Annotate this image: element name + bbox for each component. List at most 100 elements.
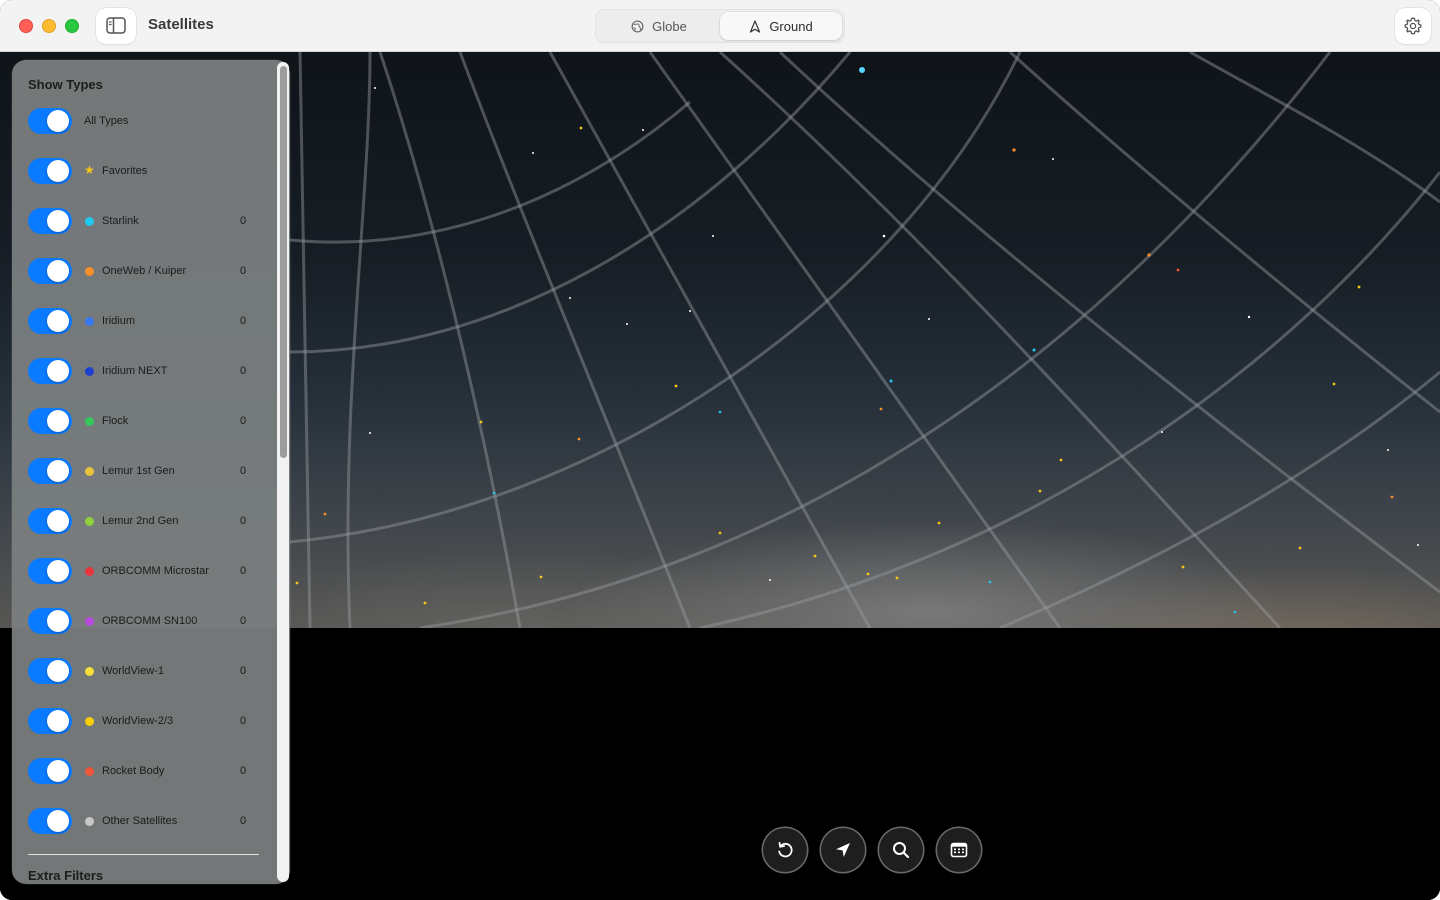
color-dot-icon xyxy=(85,417,94,426)
gear-icon xyxy=(1404,17,1422,35)
panel-divider xyxy=(28,854,259,855)
color-dot-icon xyxy=(85,667,94,676)
color-dot-icon xyxy=(85,717,94,726)
settings-button[interactable] xyxy=(1395,8,1431,44)
toggle-lemur-2nd-gen[interactable] xyxy=(28,508,72,534)
type-count: 0 xyxy=(240,565,247,577)
color-dot-icon xyxy=(85,767,94,776)
type-row-oneweb-kuiper: OneWeb / Kuiper 0 xyxy=(28,256,268,286)
type-row-starlink: Starlink 0 xyxy=(28,206,268,236)
type-label: Starlink xyxy=(102,215,139,227)
type-row-favorites: ★ Favorites xyxy=(28,156,268,186)
type-row-other-satellites: Other Satellites 0 xyxy=(28,806,268,836)
toggle-worldview-1[interactable] xyxy=(28,658,72,684)
type-label: WorldView-1 xyxy=(102,665,164,677)
type-label: WorldView-2/3 xyxy=(102,715,174,727)
color-dot-icon xyxy=(85,467,94,476)
type-count: 0 xyxy=(240,465,247,477)
type-row-lemur-2nd-gen: Lemur 2nd Gen 0 xyxy=(28,506,268,536)
type-row-worldview-2-3: WorldView-2/3 0 xyxy=(28,706,268,736)
toggle-worldview-2-3[interactable] xyxy=(28,708,72,734)
toggle-favorites[interactable] xyxy=(28,158,72,184)
window-title: Satellites xyxy=(148,16,214,33)
type-label: All Types xyxy=(84,115,129,127)
toggle-flock[interactable] xyxy=(28,408,72,434)
type-label: ORBCOMM Microstar xyxy=(102,565,209,577)
reset-view-button[interactable] xyxy=(763,828,807,872)
toggle-oneweb-kuiper[interactable] xyxy=(28,258,72,284)
type-label: ORBCOMM SN100 xyxy=(102,615,198,627)
toggle-all-types[interactable] xyxy=(28,108,72,134)
toggle-rocket-body[interactable] xyxy=(28,758,72,784)
sidebar-icon xyxy=(106,17,126,34)
type-label: Favorites xyxy=(102,165,148,177)
locate-button[interactable] xyxy=(821,828,865,872)
star-icon: ★ xyxy=(84,163,95,177)
window-minimize-button[interactable] xyxy=(42,19,56,33)
color-dot-icon xyxy=(85,317,94,326)
title-bar: Satellites Globe Ground xyxy=(0,0,1440,52)
type-count: 0 xyxy=(240,315,247,327)
type-count: 0 xyxy=(240,265,247,277)
type-label: Other Satellites xyxy=(102,815,178,827)
search-button[interactable] xyxy=(879,828,923,872)
color-dot-icon xyxy=(85,617,94,626)
type-label: Flock xyxy=(102,415,129,427)
type-label: Rocket Body xyxy=(102,765,165,777)
type-label: Lemur 2nd Gen xyxy=(102,515,179,527)
toggle-orbcomm-microstar[interactable] xyxy=(28,558,72,584)
app-window: Satellites Globe Ground Show Types All T… xyxy=(0,0,1440,900)
type-row-flock: Flock 0 xyxy=(28,406,268,436)
type-label: OneWeb / Kuiper xyxy=(102,265,187,277)
color-dot-icon xyxy=(85,817,94,826)
toggle-iridium-next[interactable] xyxy=(28,358,72,384)
window-close-button[interactable] xyxy=(19,19,33,33)
panel-scrollbar-thumb[interactable] xyxy=(280,66,287,458)
type-label: Iridium xyxy=(102,315,136,327)
tab-ground-label: Ground xyxy=(769,18,813,34)
view-switcher: Globe Ground xyxy=(595,9,845,43)
type-count: 0 xyxy=(240,515,247,527)
toggle-starlink[interactable] xyxy=(28,208,72,234)
type-count: 0 xyxy=(240,365,247,377)
color-dot-icon xyxy=(85,367,94,376)
type-row-orbcomm-microstar: ORBCOMM Microstar 0 xyxy=(28,556,268,586)
type-filter-panel: Show Types All Types ★ Favorites Starlin… xyxy=(12,60,290,884)
magnifier-icon xyxy=(893,842,910,859)
rotate-ccw-icon xyxy=(778,841,793,858)
toggle-lemur-1st-gen[interactable] xyxy=(28,458,72,484)
tab-globe-label: Globe xyxy=(652,18,687,34)
type-count: 0 xyxy=(240,415,247,427)
type-row-lemur-1st-gen: Lemur 1st Gen 0 xyxy=(28,456,268,486)
type-label: Lemur 1st Gen xyxy=(102,465,175,477)
color-dot-icon xyxy=(85,517,94,526)
toggle-orbcomm-sn100[interactable] xyxy=(28,608,72,634)
type-label: Iridium NEXT xyxy=(102,365,168,377)
type-count: 0 xyxy=(240,765,247,777)
color-dot-icon xyxy=(85,267,94,276)
type-row-iridium: Iridium 0 xyxy=(28,306,268,336)
type-count: 0 xyxy=(240,715,247,727)
color-dot-icon xyxy=(85,567,94,576)
type-row-worldview-1: WorldView-1 0 xyxy=(28,656,268,686)
compass-arrow-icon xyxy=(750,19,761,33)
panel-title: Show Types xyxy=(28,77,103,92)
type-row-orbcomm-sn100: ORBCOMM SN100 0 xyxy=(28,606,268,636)
location-arrow-icon xyxy=(836,843,850,857)
toggle-iridium[interactable] xyxy=(28,308,72,334)
tab-ground[interactable]: Ground xyxy=(720,12,842,40)
calendar-button[interactable] xyxy=(937,828,981,872)
calendar-icon xyxy=(950,842,968,858)
type-count: 0 xyxy=(240,615,247,627)
toggle-other-satellites[interactable] xyxy=(28,808,72,834)
type-count: 0 xyxy=(240,665,247,677)
window-zoom-button[interactable] xyxy=(65,19,79,33)
type-row-iridium-next: Iridium NEXT 0 xyxy=(28,356,268,386)
type-row-all-types: All Types xyxy=(28,106,268,136)
tab-globe[interactable]: Globe xyxy=(598,12,720,40)
globe-icon xyxy=(631,20,644,32)
type-count: 0 xyxy=(240,215,247,227)
sidebar-toggle-button[interactable] xyxy=(96,8,136,44)
type-row-rocket-body: Rocket Body 0 xyxy=(28,756,268,786)
color-dot-icon xyxy=(85,217,94,226)
